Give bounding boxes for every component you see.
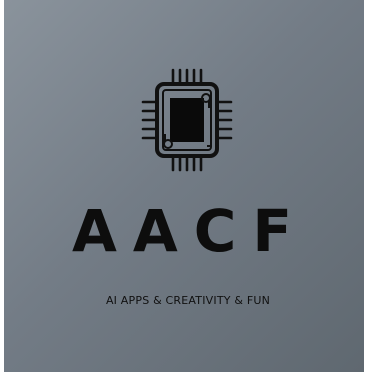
cpu-chip-icon <box>141 68 233 172</box>
brand-tagline: AI APPS & CREATIVITY & FUN <box>105 294 271 307</box>
logo-canvas: AACF AI APPS & CREATIVITY & FUN <box>4 0 364 372</box>
brand-title: AACF <box>72 197 308 265</box>
